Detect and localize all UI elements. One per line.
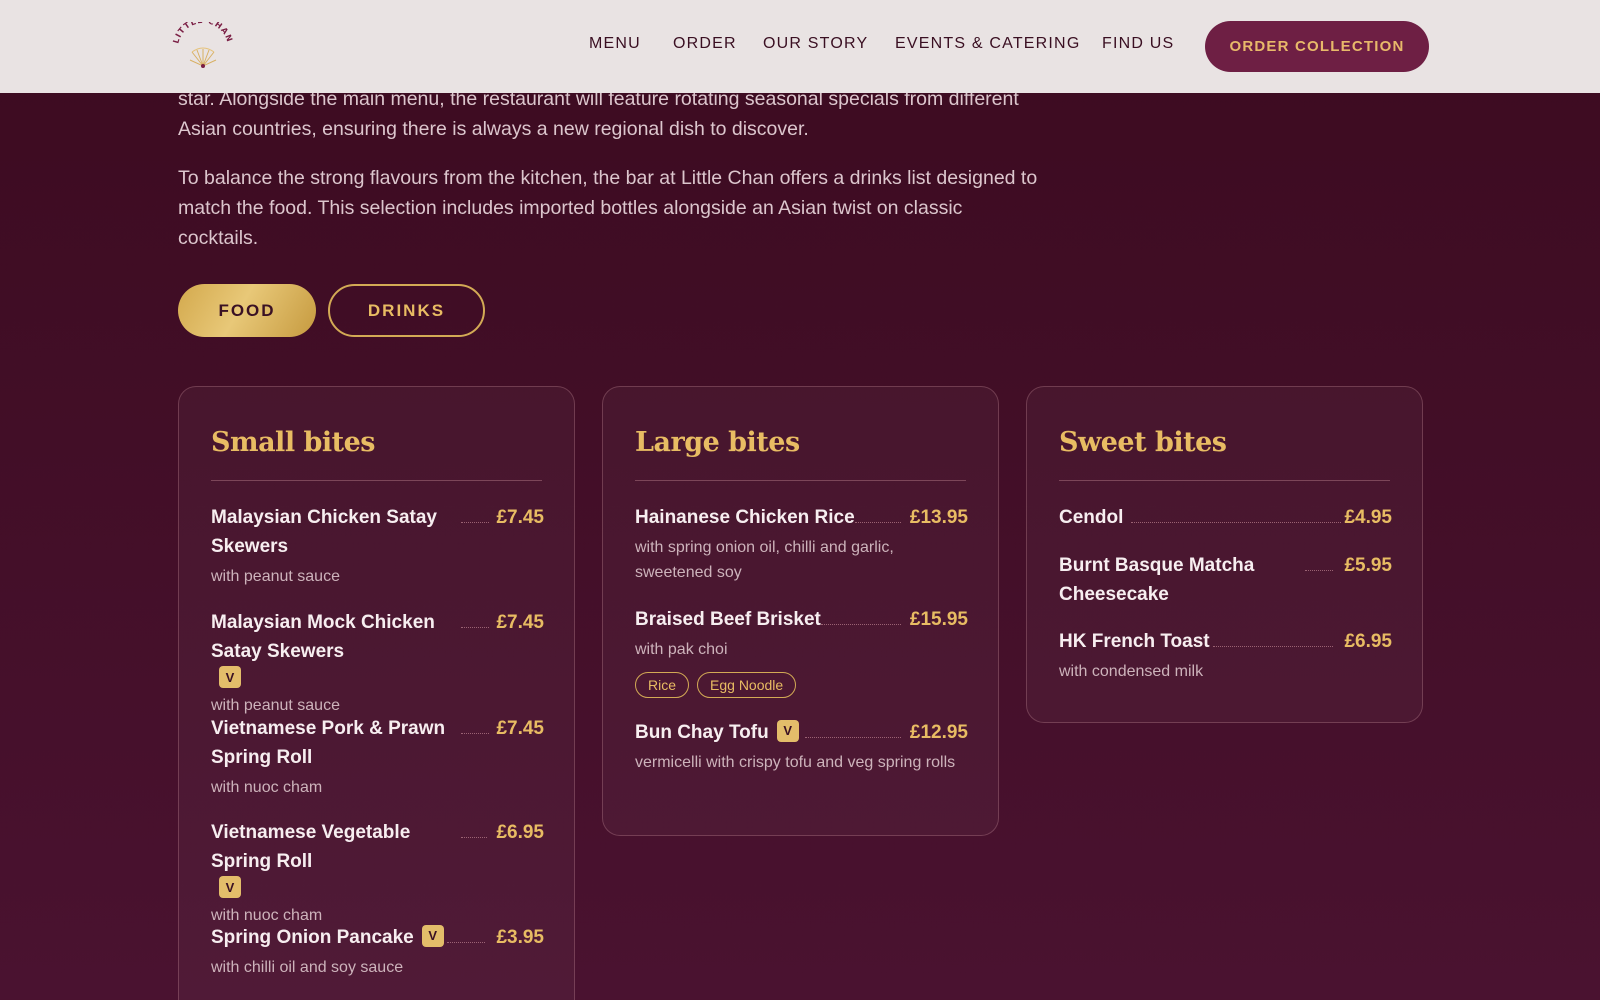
- item-price: £7.45: [496, 612, 544, 633]
- item-price: £6.95: [1344, 631, 1392, 652]
- item-name: Bun Chay Tofu: [635, 722, 769, 743]
- item-description: with spring onion oil, chilli and garlic…: [635, 539, 894, 581]
- price-leader: [461, 522, 489, 523]
- nav-find-us[interactable]: FIND US: [1102, 35, 1174, 53]
- sweet-bites-card: Sweet bites Cendol £4.95 Burnt Basque Ma…: [1026, 386, 1423, 723]
- item-price: £4.95: [1344, 507, 1392, 528]
- price-leader: [855, 522, 901, 523]
- vegetarian-badge: V: [776, 719, 799, 742]
- intro-paragraph-1: star. Alongside the main menu, the resta…: [178, 88, 1019, 140]
- item-price: £7.45: [496, 718, 544, 739]
- menu-item: HK French Toast £6.95 with condensed mil…: [1059, 627, 1392, 684]
- item-description: with condensed milk: [1059, 663, 1204, 680]
- item-price: £5.95: [1344, 555, 1392, 576]
- divider: [635, 480, 966, 481]
- large-bites-card: Large bites Hainanese Chicken Rice £13.9…: [602, 386, 999, 836]
- item-name: Hainanese Chicken Rice: [635, 507, 855, 528]
- site-header: LITTLE CHAN MENU ORDER OUR STORY EVENTS …: [0, 0, 1600, 93]
- item-price: £13.95: [909, 507, 968, 528]
- item-description: with nuoc cham: [211, 779, 323, 796]
- item-description: with peanut sauce: [211, 568, 340, 585]
- item-price: £6.95: [496, 822, 544, 843]
- menu-item: Malaysian Mock Chicken Satay Skewers V £7…: [211, 608, 544, 718]
- intro-paragraph-2: To balance the strong flavours from the …: [178, 167, 1038, 249]
- price-leader: [461, 837, 487, 838]
- item-description: vermicelli with crispy tofu and veg spri…: [635, 754, 956, 771]
- menu-item: Spring Onion Pancake V £3.95 with chilli …: [211, 923, 544, 980]
- price-leader: [461, 627, 489, 628]
- vegetarian-badge: V: [421, 924, 444, 947]
- item-price: £12.95: [909, 722, 968, 743]
- nav-order[interactable]: ORDER: [673, 35, 737, 53]
- option-tag-egg-noodle[interactable]: Egg Noodle: [697, 672, 797, 698]
- item-description: with pak choi: [635, 641, 728, 658]
- small-bites-card: Small bites Malaysian Chicken Satay Skew…: [178, 386, 575, 1000]
- item-name: Braised Beef Brisket: [635, 609, 821, 630]
- order-collection-button[interactable]: ORDER COLLECTION: [1205, 21, 1429, 72]
- menu-item: Bun Chay Tofu V £12.95 vermicelli with cr…: [635, 718, 968, 775]
- card-title: Small bites: [211, 427, 375, 458]
- menu-item: Vietnamese Vegetable Spring RollV £6.95 …: [211, 818, 544, 928]
- option-tags: Rice Egg Noodle: [635, 672, 968, 698]
- nav-events-catering[interactable]: EVENTS & CATERING: [895, 35, 1080, 53]
- card-title: Large bites: [635, 427, 800, 458]
- nav-our-story[interactable]: OUR STORY: [763, 35, 868, 53]
- vegetarian-badge: V: [219, 876, 241, 898]
- item-name: Vietnamese Vegetable Spring Roll: [211, 822, 411, 872]
- option-tag-rice[interactable]: Rice: [635, 672, 690, 698]
- food-tab[interactable]: FOOD: [178, 284, 316, 337]
- menu-item: Vietnamese Pork & Prawn Spring Roll £7.4…: [211, 714, 544, 800]
- card-title: Sweet bites: [1059, 427, 1227, 458]
- item-name: Burnt Basque Matcha Cheesecake: [1059, 555, 1255, 605]
- price-leader: [1213, 646, 1333, 647]
- item-name: HK French Toast: [1059, 631, 1210, 652]
- menu-item: Burnt Basque Matcha Cheesecake £5.95: [1059, 551, 1392, 609]
- vegetarian-badge: V: [219, 666, 241, 688]
- nav-menu[interactable]: MENU: [589, 35, 641, 53]
- item-price: £3.95: [496, 927, 544, 948]
- price-leader: [461, 733, 489, 734]
- drinks-tab[interactable]: DRINKS: [328, 284, 485, 337]
- item-name: Vietnamese Pork & Prawn Spring Roll: [211, 718, 446, 768]
- menu-item: Hainanese Chicken Rice £13.95 with sprin…: [635, 503, 968, 585]
- price-leader: [821, 624, 901, 625]
- menu-item: Malaysian Chicken Satay Skewers £7.45 wi…: [211, 503, 544, 589]
- item-price: £7.45: [496, 507, 544, 528]
- price-leader: [1305, 570, 1333, 571]
- item-name: Malaysian Mock Chicken Satay Skewers: [211, 612, 435, 662]
- item-price: £15.95: [909, 609, 968, 630]
- divider: [1059, 480, 1390, 481]
- menu-item: Cendol £4.95: [1059, 503, 1392, 532]
- menu-item: Braised Beef Brisket £15.95 with pak cho…: [635, 605, 968, 698]
- price-leader: [1131, 522, 1341, 523]
- price-leader: [447, 942, 485, 943]
- item-name: Malaysian Chicken Satay Skewers: [211, 507, 437, 557]
- item-name: Cendol: [1059, 507, 1124, 528]
- item-description: with chilli oil and soy sauce: [211, 959, 404, 976]
- divider: [211, 480, 542, 481]
- price-leader: [805, 737, 901, 738]
- item-name: Spring Onion Pancake: [211, 927, 414, 948]
